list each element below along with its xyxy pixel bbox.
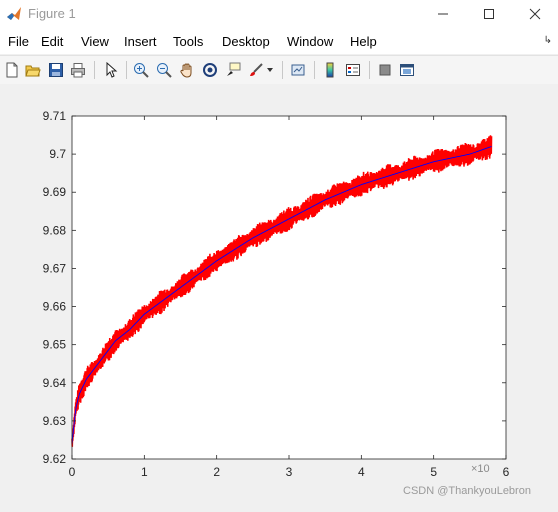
x-exponent-label: ×10 bbox=[471, 463, 490, 475]
link-plot-icon bbox=[291, 64, 305, 76]
window-title: Figure 1 bbox=[28, 6, 76, 21]
figure-toolbar bbox=[0, 55, 558, 85]
data-cursor-button[interactable] bbox=[223, 60, 243, 80]
dock-arrow-icon[interactable]: ↳ bbox=[544, 35, 552, 46]
zoom-out-icon bbox=[157, 63, 172, 78]
toolbar-separator bbox=[369, 61, 370, 79]
rotate-3d-icon bbox=[203, 63, 217, 77]
y-tick-label: 9.62 bbox=[43, 452, 67, 466]
new-figure-button[interactable] bbox=[2, 60, 22, 80]
maximize-icon bbox=[484, 9, 494, 19]
insert-colorbar-button[interactable] bbox=[320, 60, 340, 80]
x-tick-label: 2 bbox=[213, 465, 220, 479]
toolbar-separator bbox=[94, 61, 95, 79]
colorbar-icon bbox=[326, 62, 334, 78]
brush-button[interactable] bbox=[246, 60, 266, 80]
y-tick-label: 9.71 bbox=[43, 109, 67, 123]
zoom-out-button[interactable] bbox=[154, 60, 174, 80]
menu-insert[interactable]: Insert bbox=[124, 34, 157, 49]
rotate-3d-button[interactable] bbox=[200, 60, 220, 80]
y-tick-label: 9.67 bbox=[43, 261, 67, 275]
menu-view[interactable]: View bbox=[81, 34, 109, 49]
edit-plot-button[interactable] bbox=[101, 60, 121, 80]
y-tick-label: 9.64 bbox=[43, 376, 67, 390]
menu-desktop[interactable]: Desktop bbox=[222, 34, 270, 49]
toolbar-separator bbox=[126, 61, 127, 79]
y-tick-label: 9.63 bbox=[43, 414, 67, 428]
x-tick-label: 6 bbox=[503, 465, 510, 479]
zoom-in-icon bbox=[134, 63, 149, 78]
x-tick-label: 0 bbox=[69, 465, 76, 479]
select-arrow-icon bbox=[106, 62, 118, 78]
watermark-text: CSDN @ThankyouLebron bbox=[403, 485, 531, 497]
y-tick-label: 9.68 bbox=[43, 223, 67, 237]
brush-dropdown[interactable] bbox=[264, 60, 276, 80]
new-figure-icon bbox=[6, 62, 18, 78]
menu-tools[interactable]: Tools bbox=[173, 34, 203, 49]
show-plot-tools-button[interactable] bbox=[397, 60, 417, 80]
save-icon bbox=[49, 63, 63, 77]
save-button[interactable] bbox=[46, 60, 66, 80]
plot-svg[interactable]: 0 1 2 3 4 5 6 9.62 9.63 9.64 9.65 9.66 9.67 9.68 9.69 9… bbox=[0, 84, 558, 507]
pan-button[interactable] bbox=[177, 60, 197, 80]
x-tick-label: 4 bbox=[358, 465, 365, 479]
hide-plot-tools-icon bbox=[379, 64, 391, 76]
toolbar-separator bbox=[314, 61, 315, 79]
link-plot-button[interactable] bbox=[288, 60, 308, 80]
x-tick-label: 5 bbox=[430, 465, 437, 479]
y-tick-label: 9.66 bbox=[43, 300, 67, 314]
menu-help[interactable]: Help bbox=[350, 34, 377, 49]
x-tick-label: 3 bbox=[286, 465, 293, 479]
pan-hand-icon bbox=[180, 63, 192, 78]
minimize-button[interactable] bbox=[420, 0, 466, 28]
show-plot-tools-icon bbox=[400, 64, 414, 76]
data-cursor-icon bbox=[227, 62, 241, 76]
hide-plot-tools-button[interactable] bbox=[375, 60, 395, 80]
menu-bar: File Edit View Insert Tools Desktop Wind… bbox=[0, 28, 558, 54]
close-icon bbox=[529, 8, 541, 20]
menu-edit[interactable]: Edit bbox=[41, 34, 63, 49]
title-bar: Figure 1 bbox=[0, 0, 558, 29]
legend-icon bbox=[346, 64, 360, 76]
matlab-logo-icon bbox=[7, 7, 21, 20]
menu-file[interactable]: File bbox=[8, 34, 29, 49]
figure-canvas[interactable]: 0 1 2 3 4 5 6 9.62 9.63 9.64 9.65 9.66 9.67 9.68 9.69 9… bbox=[0, 84, 558, 507]
y-tick-label: 9.7 bbox=[49, 147, 66, 161]
y-tick-label: 9.65 bbox=[43, 338, 67, 352]
toolbar-separator bbox=[282, 61, 283, 79]
maximize-button[interactable] bbox=[466, 0, 512, 28]
print-button[interactable] bbox=[68, 60, 88, 80]
minimize-icon bbox=[438, 13, 448, 15]
open-file-icon bbox=[25, 65, 41, 77]
zoom-in-button[interactable] bbox=[131, 60, 151, 80]
open-file-button[interactable] bbox=[23, 60, 43, 80]
brush-icon bbox=[250, 63, 263, 76]
print-icon bbox=[71, 63, 85, 78]
y-tick-label: 9.69 bbox=[43, 185, 67, 199]
menu-window[interactable]: Window bbox=[287, 34, 333, 49]
x-tick-label: 1 bbox=[141, 465, 148, 479]
close-button[interactable] bbox=[512, 0, 558, 28]
brush-dropdown-icon bbox=[267, 68, 273, 72]
insert-legend-button[interactable] bbox=[343, 60, 363, 80]
